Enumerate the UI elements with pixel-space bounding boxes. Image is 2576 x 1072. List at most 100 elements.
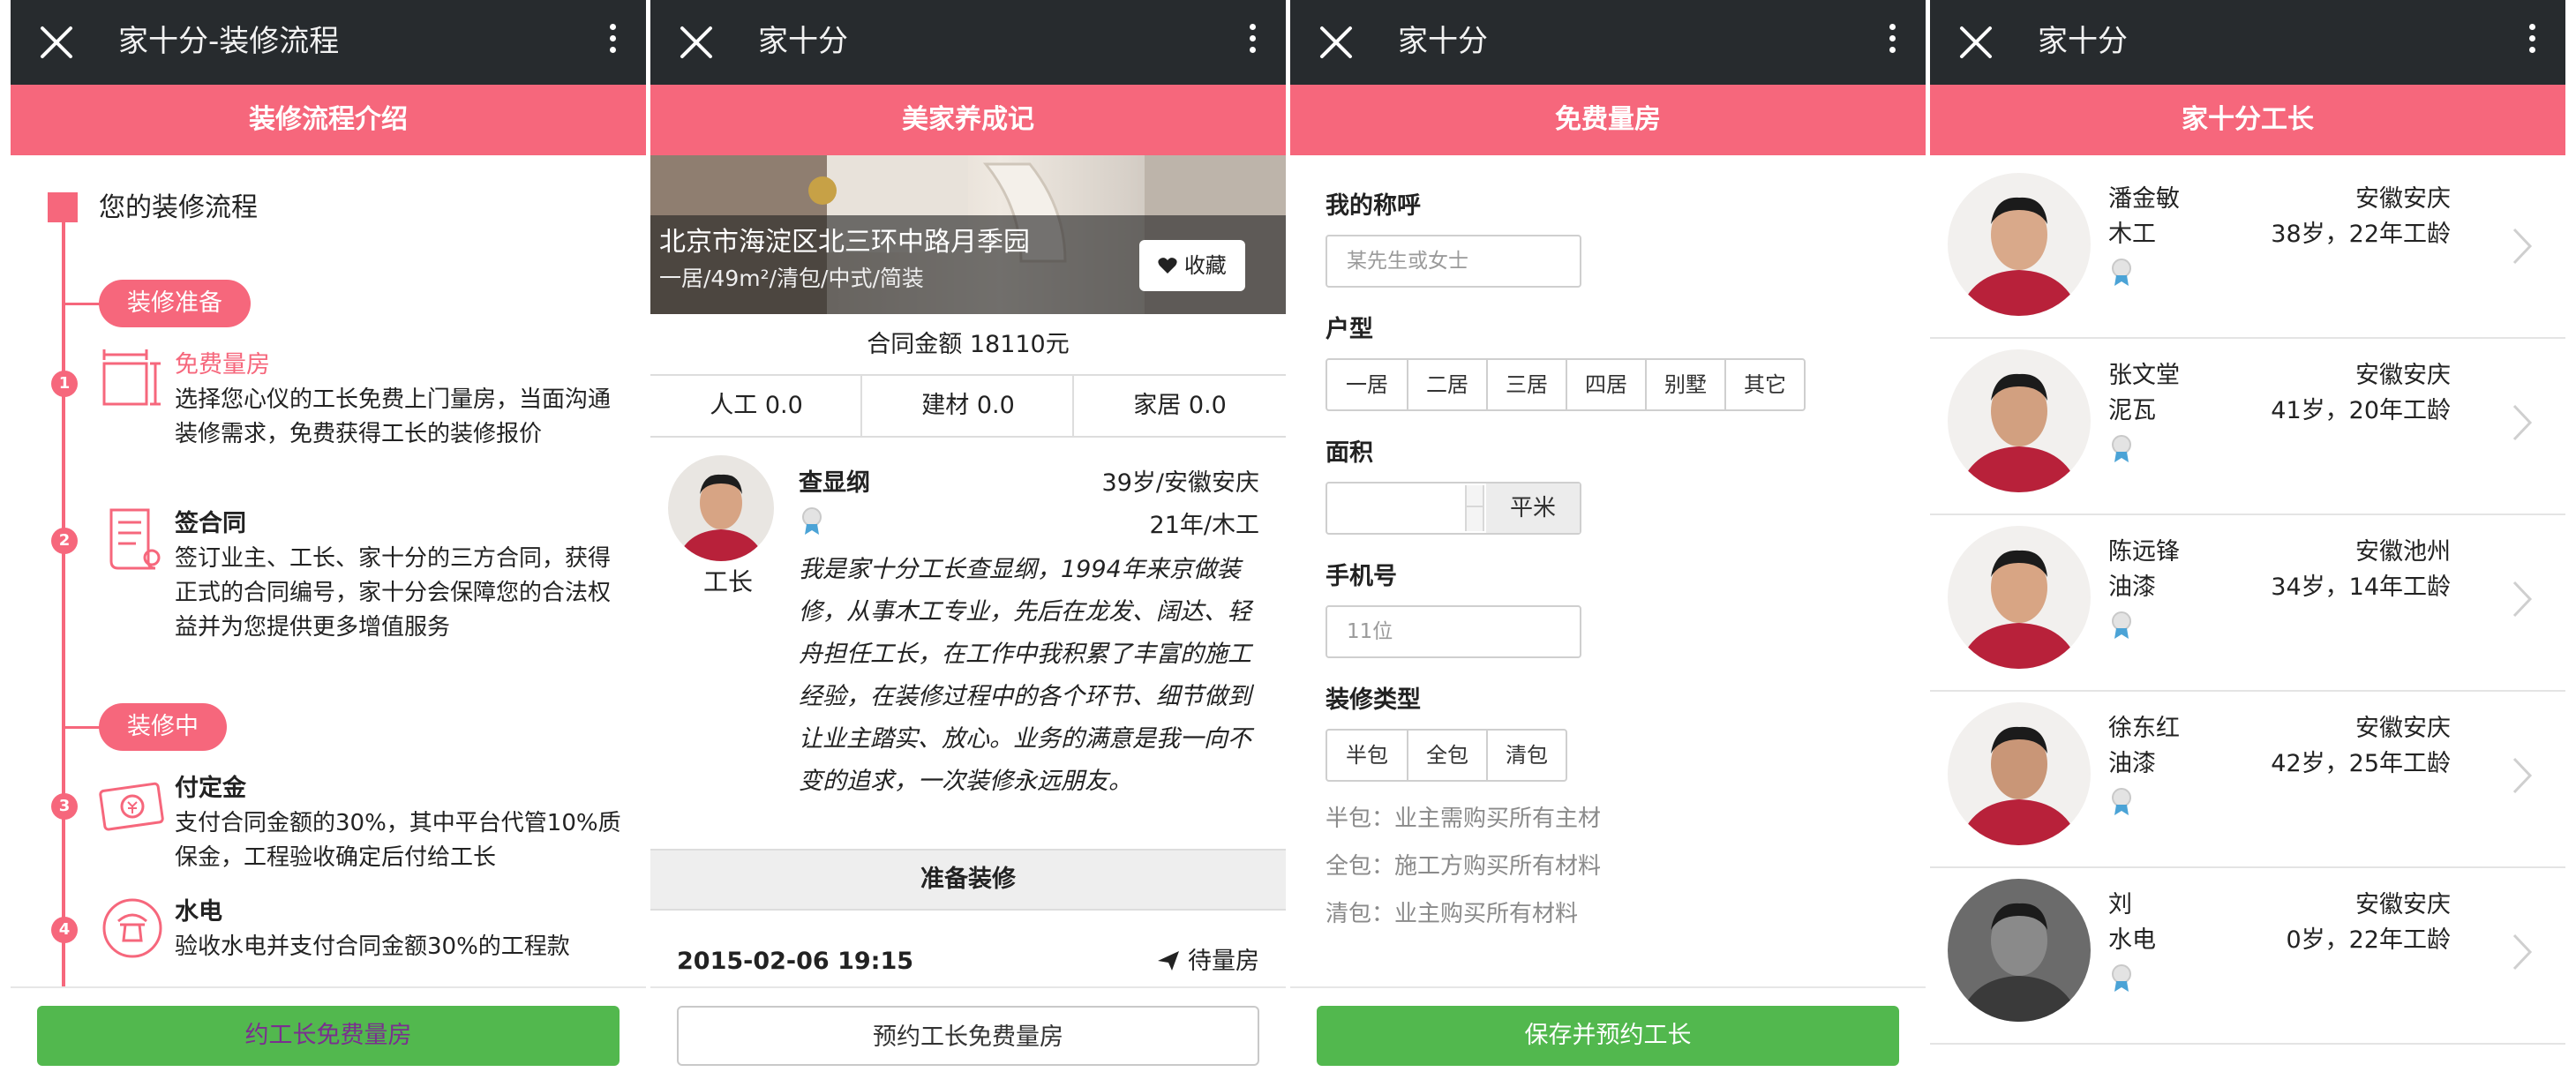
- panel-free-measure-form: 家十分 免费量房 我的称呼 某先生或女士 户型 一居 二居 三居 四居 别墅 其…: [1290, 0, 1926, 1072]
- avatar[interactable]: [1948, 702, 2091, 845]
- type-option[interactable]: 清包: [1486, 731, 1566, 780]
- foreman-trade: 水电: [2108, 926, 2156, 954]
- project-address: 北京市海淀区北三环中路月季园: [659, 227, 1030, 258]
- chevron-right-icon[interactable]: [2511, 755, 2534, 796]
- foreman-row[interactable]: 徐东红 油漆 安徽安庆 42岁，25年工龄: [1930, 692, 2565, 868]
- panel-process: 家十分-装修流程 装修流程介绍 您的装修流程 装修准备 1 免费量房 选择您心仪…: [11, 0, 646, 1072]
- step-title: 水电: [175, 898, 222, 926]
- divider: [11, 986, 646, 988]
- medal-icon: [2112, 964, 2131, 992]
- chevron-right-icon[interactable]: [2511, 932, 2534, 972]
- layout-option[interactable]: 别墅: [1645, 360, 1724, 409]
- title-bar: 家十分: [1290, 0, 1926, 85]
- appointment-status: 待量房: [1157, 944, 1259, 979]
- panel-project: 家十分 美家养成记 北京市海淀区北三环中路月季园 一居/49m²/清包/中式/简…: [650, 0, 1286, 1072]
- foreman-experience: 41岁，20年工龄: [2271, 397, 2451, 424]
- foreman-row[interactable]: 张文堂泥瓦 安徽安庆 41岁，20年工龄: [1930, 339, 2565, 515]
- layout-option[interactable]: 四居: [1566, 360, 1645, 409]
- stage-connector: [64, 726, 102, 729]
- close-icon[interactable]: [37, 23, 76, 62]
- layout-option[interactable]: 其它: [1724, 360, 1804, 409]
- medal-icon: [2112, 611, 2131, 639]
- foreman-portrait: [1948, 349, 2091, 492]
- foreman-trade: 泥瓦: [2108, 397, 2156, 424]
- type-option[interactable]: 半包: [1327, 731, 1407, 780]
- more-menu-icon[interactable]: [2523, 19, 2541, 65]
- avatar[interactable]: [1948, 173, 2091, 316]
- step-description: 支付合同金额的30%，其中平台代管10%质保金，工程验收确定后付给工长: [175, 810, 621, 871]
- foreman-age-location: 39岁/安徽安庆: [1101, 469, 1259, 497]
- divider: [1290, 986, 1926, 988]
- close-icon[interactable]: [1317, 23, 1356, 62]
- medal-icon: [2112, 435, 2131, 462]
- foreman-location: 安徽安庆: [2355, 891, 2451, 918]
- area-stepper[interactable]: [1465, 485, 1484, 531]
- chevron-right-icon[interactable]: [2511, 579, 2534, 619]
- layout-option[interactable]: 一居: [1327, 360, 1407, 409]
- type-note: 全包：施工方购买所有材料: [1326, 853, 1602, 880]
- phone-field[interactable]: 11位: [1326, 605, 1581, 658]
- avatar[interactable]: [1948, 526, 2091, 669]
- foreman-location: 安徽安庆: [2355, 715, 2451, 742]
- section-banner: 装修流程介绍: [11, 85, 646, 155]
- foreman-row[interactable]: 刘水电 安徽安庆 0岁，22年工龄: [1930, 868, 2565, 1045]
- foreman-experience: 34岁，14年工龄: [2271, 573, 2451, 601]
- name-label: 我的称呼: [1326, 192, 1421, 220]
- stage-connector: [64, 303, 102, 305]
- cost-breakdown: 人工 0.0 建材 0.0 家居 0.0: [650, 374, 1286, 438]
- status-label: 待量房: [1188, 948, 1259, 975]
- step-title: 签合同: [175, 510, 246, 537]
- chevron-right-icon[interactable]: [2511, 226, 2534, 266]
- step-description: 签订业主、工长、家十分的三方合同，获得正式的合同编号，家十分会保障您的合法权益并…: [175, 545, 612, 641]
- close-icon[interactable]: [677, 23, 716, 62]
- stage-bar: 准备装修: [650, 849, 1286, 911]
- chevron-right-icon[interactable]: [2511, 402, 2534, 443]
- book-foreman-button[interactable]: 预约工长免费量房: [677, 1006, 1259, 1066]
- foreman-name: 张文堂: [2108, 362, 2180, 389]
- name-field[interactable]: 某先生或女士: [1326, 235, 1581, 288]
- more-menu-icon[interactable]: [1883, 19, 1901, 65]
- project-meta: 一居/49m²/清包/中式/简装: [659, 266, 924, 291]
- foreman-row[interactable]: 潘金敏 木工 安徽安庆 38岁，22年工龄: [1930, 162, 2565, 339]
- type-option[interactable]: 全包: [1407, 731, 1486, 780]
- project-photo: 北京市海淀区北三环中路月季园 一居/49m²/清包/中式/简装 收藏: [650, 155, 1286, 314]
- step-title: 免费量房: [175, 351, 270, 379]
- window-title: 家十分-装修流程: [118, 24, 340, 59]
- section-banner: 免费量房: [1290, 85, 1926, 155]
- save-and-book-button[interactable]: 保存并预约工长: [1317, 1006, 1899, 1066]
- favorite-button[interactable]: 收藏: [1139, 240, 1245, 291]
- window-title: 家十分: [1398, 24, 1488, 59]
- avatar[interactable]: [1948, 349, 2091, 492]
- timeline-line: [62, 212, 65, 988]
- foreman-row[interactable]: 陈远锋 油漆 安徽池州 34岁，14年工龄: [1930, 515, 2565, 692]
- plumbing-icon: [102, 898, 162, 958]
- layout-option[interactable]: 三居: [1486, 360, 1566, 409]
- foreman-portrait: [1948, 702, 2091, 845]
- renovation-type-label: 装修类型: [1326, 686, 1421, 714]
- step-title: 付定金: [175, 775, 246, 802]
- foreman-name: 查显纲: [799, 469, 870, 497]
- timeline-heading: 您的装修流程: [99, 192, 258, 223]
- foreman-experience-trade: 21年/木工: [1149, 512, 1259, 539]
- screenshot-root: 家十分-装修流程 装修流程介绍 您的装修流程 装修准备 1 免费量房 选择您心仪…: [0, 0, 2576, 1072]
- more-menu-icon[interactable]: [604, 19, 621, 65]
- favorite-label: 收藏: [1183, 253, 1227, 278]
- avatar[interactable]: [668, 455, 774, 561]
- layout-option[interactable]: 二居: [1407, 360, 1486, 409]
- more-menu-icon[interactable]: [1243, 19, 1261, 65]
- layout-label: 户型: [1326, 316, 1373, 343]
- foreman-trade: 油漆: [2108, 750, 2156, 777]
- contract-amount: 合同金额 18110元: [867, 331, 1070, 358]
- stage-pill-in-progress: 装修中: [99, 703, 227, 751]
- close-icon[interactable]: [1956, 23, 1995, 62]
- foreman-bio: 我是家十分工长查显纲，1994年来京做装修，从事木工专业，先后在龙发、阔达、轻舟…: [799, 556, 1251, 795]
- foreman-portrait: [1948, 526, 2091, 669]
- money-icon: [99, 782, 164, 831]
- area-field[interactable]: 平米: [1326, 482, 1581, 535]
- furniture-cost: 家居 0.0: [1133, 392, 1227, 419]
- area-label: 面积: [1326, 439, 1373, 467]
- book-free-measure-button[interactable]: 约工长免费量房: [37, 1006, 620, 1066]
- avatar[interactable]: [1948, 879, 2091, 1022]
- medal-icon: [2112, 788, 2131, 815]
- foreman-location: 安徽安庆: [2355, 362, 2451, 389]
